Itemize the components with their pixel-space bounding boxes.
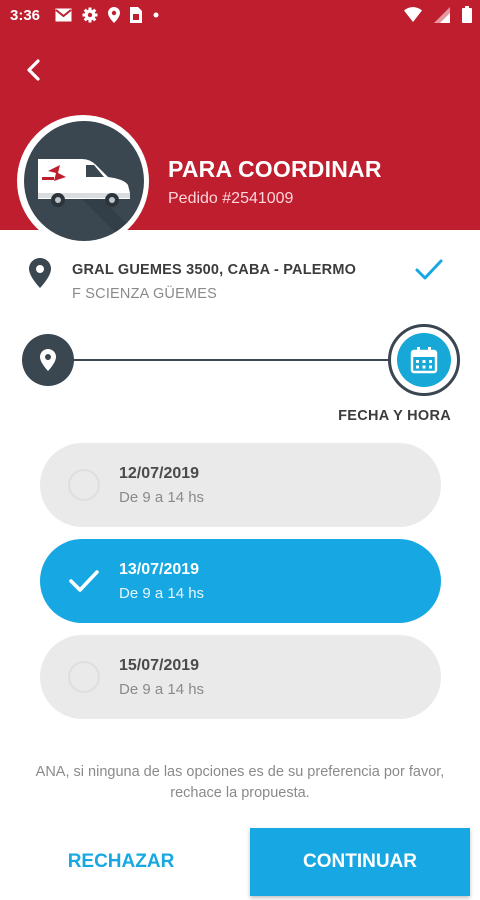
date-option[interactable]: 12/07/2019 De 9 a 14 hs [40,443,441,527]
progress-line [60,359,400,361]
radio-icon [68,661,100,693]
status-icons-left [55,7,160,23]
date-option[interactable]: 15/07/2019 De 9 a 14 hs [40,635,441,719]
option-date: 13/07/2019 [119,561,200,578]
progress-step-date [397,333,451,387]
battery-icon [462,6,472,23]
delivery-van-icon [38,159,144,241]
dot-icon [152,11,160,19]
order-number: Pedido #2541009 [168,190,294,207]
back-button[interactable] [16,52,52,88]
page-title: PARA COORDINAR [168,156,382,182]
avatar [24,121,144,241]
signal-icon [434,6,450,23]
check-icon [66,565,102,597]
location-pin-icon [29,258,51,293]
location-icon [108,7,120,23]
check-icon [412,256,446,289]
chevron-left-icon [27,59,40,81]
reject-hint: ANA, si ninguna de las opciones es de su… [35,764,445,801]
option-time: De 9 a 14 hs [119,585,205,602]
status-icons-right [404,6,472,23]
address-line: GRAL GUEMES 3500, CABA - PALERMO [72,262,357,278]
progress-step-label: FECHA Y HORA [338,408,451,424]
status-time: 3:36 [10,7,41,24]
gear-icon [82,7,98,23]
calendar-icon [410,347,438,374]
radio-icon [68,469,100,501]
progress-step-location [22,334,74,386]
option-date: 12/07/2019 [119,465,200,482]
wifi-icon [404,7,422,22]
reject-button[interactable]: RECHAZAR [40,828,202,896]
date-option-selected[interactable]: 13/07/2019 De 9 a 14 hs [40,539,441,623]
option-time: De 9 a 14 hs [119,681,205,698]
status-bar: 3:36 [0,0,480,32]
option-time: De 9 a 14 hs [119,489,205,506]
continue-button[interactable]: CONTINUAR [250,828,470,896]
sim-card-icon [130,7,142,23]
location-pin-icon [40,349,56,371]
address-contact: F SCIENZA GÜEMES [72,286,217,302]
mail-icon [55,8,72,22]
option-date: 15/07/2019 [119,657,200,674]
